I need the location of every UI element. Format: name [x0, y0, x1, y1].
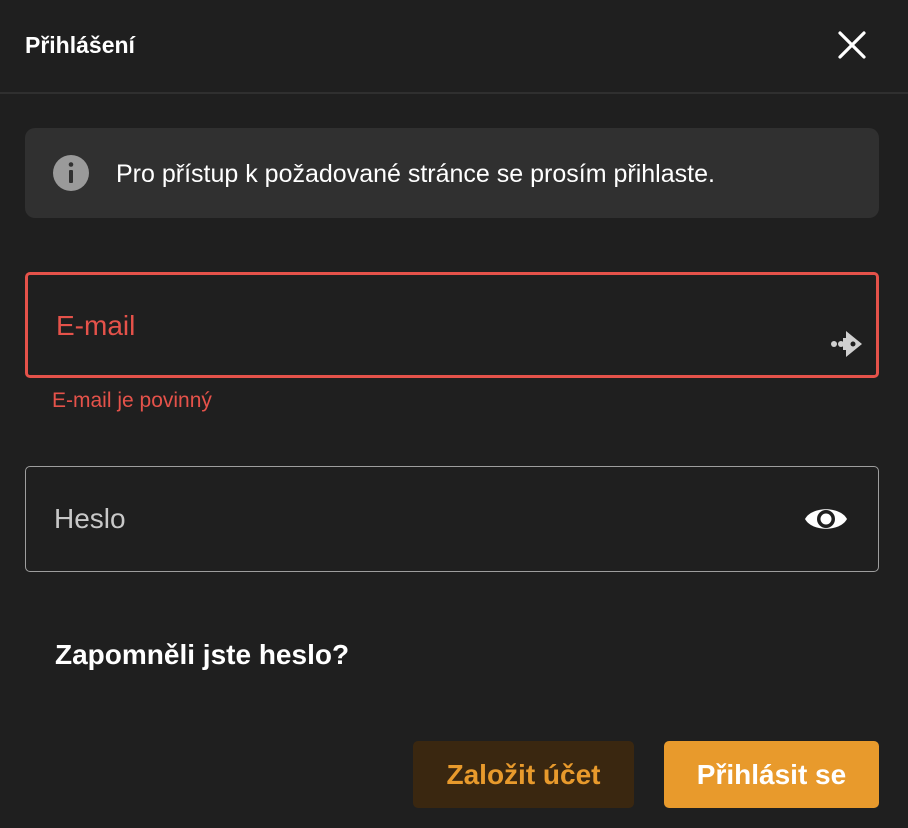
email-field[interactable]: E-mail — [25, 272, 879, 378]
eye-icon[interactable] — [803, 500, 849, 538]
close-button[interactable] — [832, 25, 872, 65]
info-banner: Pro přístup k požadované stránce se pros… — [25, 128, 879, 218]
info-message: Pro přístup k požadované stránce se pros… — [116, 160, 715, 188]
login-button[interactable]: Přihlásit se — [664, 741, 879, 808]
create-account-button[interactable]: Založit účet — [413, 741, 634, 808]
dialog-header: Přihlášení — [0, 0, 908, 94]
dialog-title: Přihlášení — [25, 32, 135, 58]
password-field[interactable]: Heslo — [25, 466, 879, 572]
autofill-key-icon[interactable] — [829, 326, 867, 362]
password-input[interactable] — [26, 467, 878, 571]
email-error-message: E-mail je povinný — [52, 389, 212, 412]
forgot-password-link[interactable]: Zapomněli jste heslo? — [55, 638, 349, 672]
email-input[interactable] — [28, 275, 876, 375]
info-icon — [53, 155, 89, 191]
login-dialog: Přihlášení Pro přístup k požadované strá… — [0, 0, 908, 828]
close-icon — [838, 31, 866, 59]
